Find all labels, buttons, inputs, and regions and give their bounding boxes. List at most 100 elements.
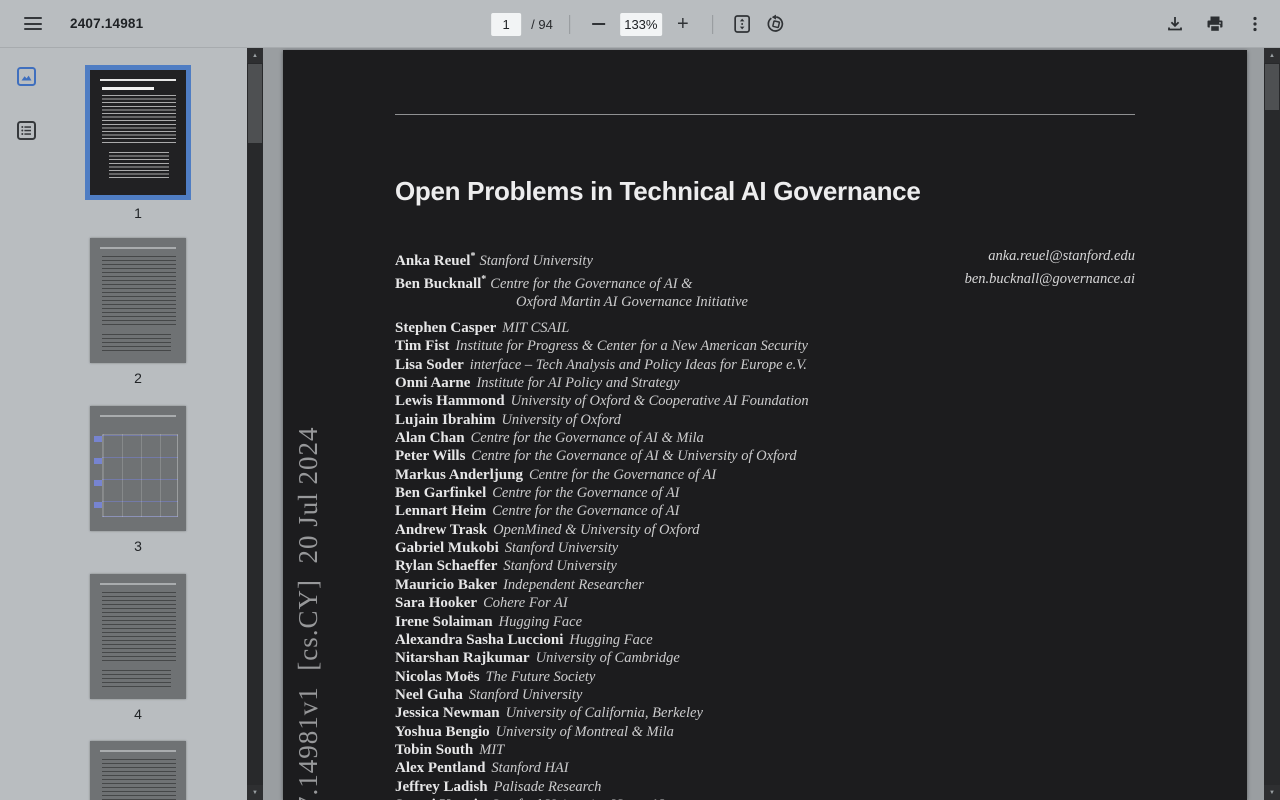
menu-icon[interactable] xyxy=(16,7,50,41)
author-row: Nicolas Moës The Future Society xyxy=(395,668,1175,686)
author-row: Jessica Newman University of California, … xyxy=(395,704,1175,722)
author-name: Tobin South xyxy=(395,741,474,758)
author-affiliation: Centre for the Governance of AI & Univer… xyxy=(471,448,797,465)
main-scrollbar[interactable]: ▲ ▼ xyxy=(1264,48,1280,800)
sidebar-scrollbar-thumb[interactable] xyxy=(248,64,262,143)
author-row: Tobin South MIT xyxy=(395,741,1175,759)
fit-page-button[interactable] xyxy=(729,11,755,37)
fit-page-icon xyxy=(733,15,750,33)
thumbnail-preview xyxy=(90,70,186,195)
author-list: Stephen Casper MIT CSAIL Tim Fist Institute… xyxy=(395,319,1175,800)
page-count-label: / 94 xyxy=(531,16,553,32)
author-affiliation: The Future Society xyxy=(485,668,596,685)
author-row: Alexandra Sasha Luccioni Hugging Face xyxy=(395,631,1175,649)
thumbnail-page-number: 2 xyxy=(134,370,142,386)
toolbar-divider xyxy=(711,14,713,34)
author-name: Lewis Hammond xyxy=(395,393,505,410)
pdf-page-1: Open Problems in Technical AI Governance… xyxy=(283,50,1247,800)
author-affiliation: MIT xyxy=(479,741,505,758)
thumbnail-page-number: 4 xyxy=(134,706,142,722)
author-row: Jeffrey Ladish Palisade Research xyxy=(395,778,1175,796)
author-affiliation: Stanford University xyxy=(503,558,617,575)
author-name: Gabriel Mukobi xyxy=(395,540,499,557)
thumbnail-page-number: 1 xyxy=(134,205,142,221)
pdf-viewer-area: Open Problems in Technical AI Governance… xyxy=(263,48,1264,800)
thumbnail-page-2[interactable]: 2 xyxy=(90,238,186,386)
zoom-level-display: 133% xyxy=(619,12,662,36)
author-name: Alex Pentland xyxy=(395,760,486,777)
thumbnail-preview xyxy=(90,406,186,531)
author-name: Nicolas Moës xyxy=(395,668,480,685)
scroll-up-arrow-icon[interactable]: ▲ xyxy=(1264,48,1280,63)
zoom-in-button[interactable]: + xyxy=(670,11,696,37)
author-row: Neel Guha Stanford University xyxy=(395,686,1175,704)
author-row: Lujain Ibrahim University of Oxford xyxy=(395,411,1175,429)
author-affiliation: Centre for the Governance of AI xyxy=(492,485,680,502)
header-rule xyxy=(395,114,1135,115)
author-affiliation: University of Montreal & Mila xyxy=(495,723,674,740)
view-outline-button[interactable] xyxy=(14,118,38,142)
zoom-out-button[interactable] xyxy=(586,11,612,37)
thumbnail-page-1[interactable]: 1 xyxy=(85,65,191,221)
author-affiliation: Stanford University xyxy=(468,686,583,703)
author-row: Yoshua Bengio University of Montreal & Mi… xyxy=(395,723,1175,741)
author-email: ben.bucknall@governance.ai xyxy=(964,270,1135,287)
author-name: Rylan Schaeffer xyxy=(395,558,498,575)
author-name: Lennart Heim xyxy=(395,503,487,520)
lead-authors-block: Anka Reuel* Stanford University anka.reu… xyxy=(395,248,1135,312)
scroll-down-arrow-icon[interactable]: ▼ xyxy=(247,785,263,800)
scroll-up-arrow-icon[interactable]: ▲ xyxy=(247,48,263,63)
author-name: Ben Bucknall* xyxy=(395,273,487,292)
document-title: 2407.14981 xyxy=(70,16,144,31)
author-name: Lujain Ibrahim xyxy=(395,411,496,428)
print-button[interactable] xyxy=(1200,9,1230,39)
author-row: Irene Solaiman Hugging Face xyxy=(395,613,1175,631)
author-row: Ben Garfinkel Centre for the Governance o… xyxy=(395,484,1175,502)
view-thumbnails-button[interactable] xyxy=(14,64,38,88)
main-scrollbar-thumb[interactable] xyxy=(1265,64,1279,110)
author-name: Ben Garfinkel xyxy=(395,485,487,502)
arxiv-watermark: 7.14981v1 [cs.CY] 20 Jul 2024 xyxy=(293,426,323,800)
author-affiliation: University of California, Berkeley xyxy=(505,705,703,722)
author-affiliation: Independent Researcher xyxy=(503,576,644,593)
author-row: Peter Wills Centre for the Governance of … xyxy=(395,447,1175,465)
author-row: Alan Chan Centre for the Governance of AI… xyxy=(395,429,1175,447)
author-affiliation: University of Oxford xyxy=(501,411,621,428)
author-row: Tim Fist Institute for Progress & Center … xyxy=(395,337,1175,355)
author-affiliation: Hugging Face xyxy=(498,613,583,630)
toolbar-divider xyxy=(568,14,570,34)
thumbnail-page-4[interactable]: 4 xyxy=(90,574,186,722)
download-button[interactable] xyxy=(1160,9,1190,39)
lead-author-row: Ben Bucknall* Centre for the Governance … xyxy=(395,271,1135,294)
author-affiliation: Centre for the Governance of AI & Mila xyxy=(470,430,704,447)
author-affiliation: Centre for the Governance of AI & xyxy=(490,275,693,292)
lead-author-row: Anka Reuel* Stanford University anka.reu… xyxy=(395,248,1135,271)
kebab-menu-icon xyxy=(1253,16,1257,32)
rotate-button[interactable] xyxy=(763,11,789,37)
author-name: Nitarshan Rajkumar xyxy=(395,650,530,667)
scroll-down-arrow-icon[interactable]: ▼ xyxy=(1264,785,1280,800)
author-email: anka.reuel@stanford.edu xyxy=(988,248,1135,264)
author-name: Mauricio Baker xyxy=(395,576,498,593)
more-options-button[interactable] xyxy=(1240,9,1270,39)
author-affiliation: interface – Tech Analysis and Policy Ide… xyxy=(469,356,807,373)
outline-view-icon xyxy=(16,120,36,140)
author-affiliation: Institute for AI Policy and Strategy xyxy=(476,375,680,392)
author-name: Tim Fist xyxy=(395,338,450,355)
author-name: Anka Reuel* xyxy=(395,251,476,269)
author-name: Neel Guha xyxy=(395,686,463,703)
pdf-toolbar: 2407.14981 / 94 133% + xyxy=(0,0,1280,48)
page-number-input[interactable] xyxy=(491,12,522,36)
author-row: Sanmi KoyejoStanford University, Virtue … xyxy=(395,796,1175,800)
author-name: Andrew Trask xyxy=(395,521,488,538)
sidebar-scrollbar[interactable]: ▲ ▼ xyxy=(247,48,263,800)
author-name: Lisa Soder xyxy=(395,356,464,373)
thumbnail-preview xyxy=(90,574,186,699)
author-affiliation: Hugging Face xyxy=(569,631,653,648)
thumbnail-page-3[interactable]: 3 xyxy=(90,406,186,554)
author-row: Markus Anderljung Centre for the Governan… xyxy=(395,466,1175,484)
author-name: Jeffrey Ladish xyxy=(395,778,488,795)
author-affiliation-line2: Oxford Martin AI Governance Initiative xyxy=(516,294,748,310)
thumbnail-page-5[interactable]: 5 xyxy=(90,741,186,800)
author-row: Rylan Schaeffer Stanford University xyxy=(395,557,1175,575)
